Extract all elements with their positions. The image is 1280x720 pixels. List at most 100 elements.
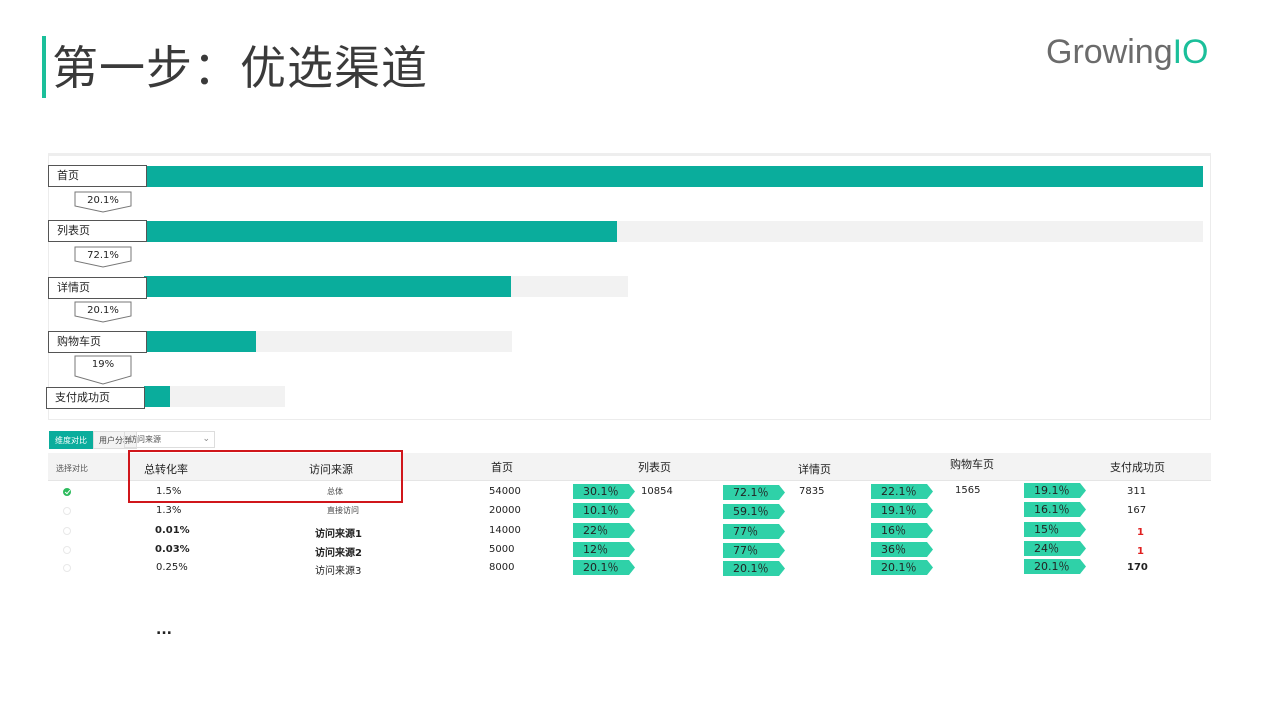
- rate-tag-text: 20.1％: [1034, 560, 1070, 573]
- rate-tag-detail-cart: 19.1％: [871, 503, 933, 518]
- cell-home-count: 14000: [489, 525, 521, 536]
- cell-paid-count: 1: [1137, 527, 1144, 538]
- header-select-compare: 选择对比: [56, 464, 88, 473]
- cell-total-rate: 0.25%: [156, 562, 188, 573]
- rate-tag-home-list: 30.1％: [573, 484, 635, 499]
- rate-tag-text: 12％: [583, 543, 608, 556]
- rate-tag-cart-paid: 20.1％: [1024, 559, 1086, 574]
- rate-tag-list-detail: 20.1％: [723, 561, 785, 576]
- funnel-step-label-home: 首页: [48, 165, 147, 187]
- header-paid[interactable]: 支付成功页: [1110, 459, 1165, 475]
- cell-paid-count: 1: [1137, 546, 1144, 557]
- rate-tag-text: 30.1％: [583, 485, 619, 498]
- rate-tag-text: 20.1％: [733, 562, 769, 575]
- cell-paid-count: 311: [1127, 486, 1147, 497]
- rate-tag-detail-cart: 36％: [871, 542, 933, 557]
- funnel-track-detail: [144, 276, 628, 297]
- funnel-step-label-list: 列表页: [48, 220, 147, 242]
- cell-list-count: 10854: [641, 486, 673, 497]
- rate-tag-text: 59.1％: [733, 505, 769, 518]
- cell-source: 访问来源1: [315, 529, 362, 540]
- logo-text: Growing: [1046, 33, 1173, 71]
- funnel-track-cart: [144, 331, 512, 352]
- rate-tag-home-list: 22％: [573, 523, 635, 538]
- compare-radio[interactable]: [63, 488, 71, 496]
- highlight-frame: [128, 450, 403, 503]
- compare-radio[interactable]: [63, 527, 71, 535]
- rate-tag-list-detail: 77％: [723, 543, 785, 558]
- funnel-bar-list[interactable]: [144, 221, 617, 242]
- cell-source: 访问来源2: [315, 548, 362, 559]
- cell-home-count: 5000: [489, 544, 515, 555]
- rate-tag-detail-cart: 16％: [871, 523, 933, 538]
- cell-total-rate: 1.3%: [156, 505, 182, 516]
- rate-tag-cart-paid: 24％: [1024, 541, 1086, 556]
- cell-detail-count: 7835: [799, 486, 825, 497]
- rate-tag-text: 19.1％: [1034, 484, 1070, 497]
- funnel-bar-cart[interactable]: [144, 331, 257, 352]
- rate-tag-detail-cart: 22.1％: [871, 484, 933, 499]
- header-cart[interactable]: 购物车页: [950, 456, 994, 472]
- page-title: 第一步：优选渠道: [52, 41, 428, 95]
- cell-total-rate: 0.03%: [155, 544, 190, 555]
- title-accent-bar: [42, 36, 46, 98]
- rate-tag-home-list: 20.1％: [573, 560, 635, 575]
- rate-tag-text: 22％: [583, 524, 608, 537]
- compare-radio[interactable]: [63, 564, 71, 572]
- rate-tag-text: 72.1％: [733, 486, 769, 499]
- funnel-rate-arrow-2: 72.1%: [74, 246, 132, 268]
- cell-paid-count: 167: [1127, 505, 1147, 516]
- rate-tag-text: 24％: [1034, 542, 1059, 555]
- cell-home-count: 54000: [489, 486, 521, 497]
- cell-home-count: 20000: [489, 505, 521, 516]
- rate-tag-list-detail: 59.1％: [723, 504, 785, 519]
- rate-tag-text: 36％: [881, 543, 906, 556]
- rate-tag-list-detail: 72.1％: [723, 485, 785, 500]
- funnel-rate-text: 20.1%: [87, 195, 119, 206]
- funnel-track-paid: [144, 386, 285, 407]
- rate-tag-text: 20.1％: [881, 561, 917, 574]
- funnel-bar-paid[interactable]: [144, 386, 171, 407]
- rate-tag-cart-paid: 15％: [1024, 522, 1086, 537]
- rate-tag-cart-paid: 19.1％: [1024, 483, 1086, 498]
- header-detail[interactable]: 详情页: [798, 461, 831, 477]
- funnel-rate-text: 72.1%: [87, 250, 119, 261]
- rate-tag-text: 22.1％: [881, 485, 917, 498]
- more-rows-ellipsis: ...: [156, 622, 172, 638]
- rate-tag-home-list: 12％: [573, 542, 635, 557]
- rate-tag-cart-paid: 16.1％: [1024, 502, 1086, 517]
- cell-source: 访问来源3: [315, 566, 362, 577]
- cell-paid-count: 170: [1127, 562, 1148, 573]
- growingio-logo: GrowingIO: [1046, 30, 1209, 74]
- dimension-select[interactable]: 访问来源 ⌄: [124, 431, 215, 448]
- rate-tag-text: 77％: [733, 544, 758, 557]
- rate-tag-text: 15％: [1034, 523, 1059, 536]
- compare-radio[interactable]: [63, 546, 71, 554]
- cell-cart-count: 1565: [955, 485, 981, 496]
- funnel-track-list: [144, 221, 1203, 242]
- funnel-rate-arrow-3: 20.1%: [74, 301, 132, 323]
- rate-tag-home-list: 10.1％: [573, 503, 635, 518]
- rate-tag-text: 19.1％: [881, 504, 917, 517]
- funnel-bar-detail[interactable]: [144, 276, 512, 297]
- header-home[interactable]: 首页: [491, 459, 513, 475]
- rate-tag-text: 16.1％: [1034, 503, 1070, 516]
- funnel-step-label-detail: 详情页: [48, 277, 147, 299]
- cell-source: 直接访问: [327, 506, 359, 515]
- rate-tag-text: 77％: [733, 525, 758, 538]
- funnel-rate-text: 19%: [91, 359, 115, 370]
- tab-dimension-compare[interactable]: 维度对比: [49, 431, 93, 449]
- funnel-bar-home[interactable]: [144, 166, 1203, 187]
- compare-radio[interactable]: [63, 507, 71, 515]
- rate-tag-text: 20.1％: [583, 561, 619, 574]
- cell-total-rate: 0.01%: [155, 525, 190, 536]
- funnel-track-home: [144, 166, 1203, 187]
- header-list[interactable]: 列表页: [638, 459, 671, 475]
- rate-tag-detail-cart: 20.1％: [871, 560, 933, 575]
- chevron-down-icon: ⌄: [202, 434, 210, 444]
- cell-home-count: 8000: [489, 562, 515, 573]
- funnel-rate-arrow-1: 20.1%: [74, 191, 132, 213]
- dimension-select-value: 访问来源: [129, 435, 161, 444]
- rate-tag-list-detail: 77％: [723, 524, 785, 539]
- funnel-step-label-cart: 购物车页: [48, 331, 147, 353]
